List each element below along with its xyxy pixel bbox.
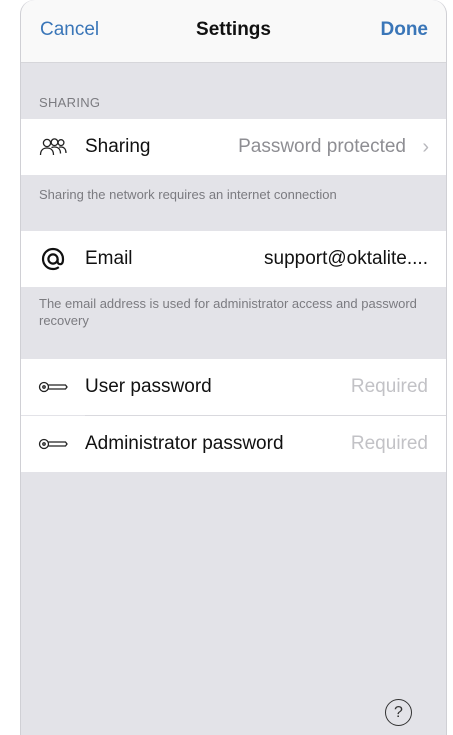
sharing-value: Password protected	[238, 136, 406, 157]
done-button[interactable]: Done	[381, 19, 429, 41]
key-icon	[38, 359, 68, 415]
settings-sheet: Cancel Settings Done SHARING Sharing Pas…	[20, 0, 447, 735]
sharing-row[interactable]: Sharing Password protected ›	[21, 119, 446, 175]
navigation-bar: Cancel Settings Done	[21, 0, 446, 63]
at-sign-icon	[38, 231, 68, 287]
user-password-row[interactable]: User password Required	[21, 359, 446, 415]
chevron-right-icon: ›	[422, 136, 429, 158]
key-icon	[38, 416, 68, 472]
admin-password-row[interactable]: Administrator password Required	[21, 416, 446, 472]
email-label: Email	[85, 248, 133, 269]
sharing-section-header: SHARING	[39, 95, 101, 110]
sharing-footer: Sharing the network requires an internet…	[39, 187, 337, 202]
user-password-field[interactable]: Required	[351, 359, 428, 415]
email-row[interactable]: Email support@oktalite....	[21, 231, 446, 287]
email-footer: The email address is used for administra…	[39, 296, 417, 328]
admin-password-field[interactable]: Required	[351, 416, 428, 472]
people-icon	[38, 119, 68, 175]
help-icon[interactable]: ?	[385, 699, 412, 726]
user-password-label: User password	[85, 376, 212, 397]
sharing-label: Sharing	[85, 136, 151, 157]
admin-password-label: Administrator password	[85, 433, 284, 454]
email-value: support@oktalite....	[264, 248, 428, 269]
